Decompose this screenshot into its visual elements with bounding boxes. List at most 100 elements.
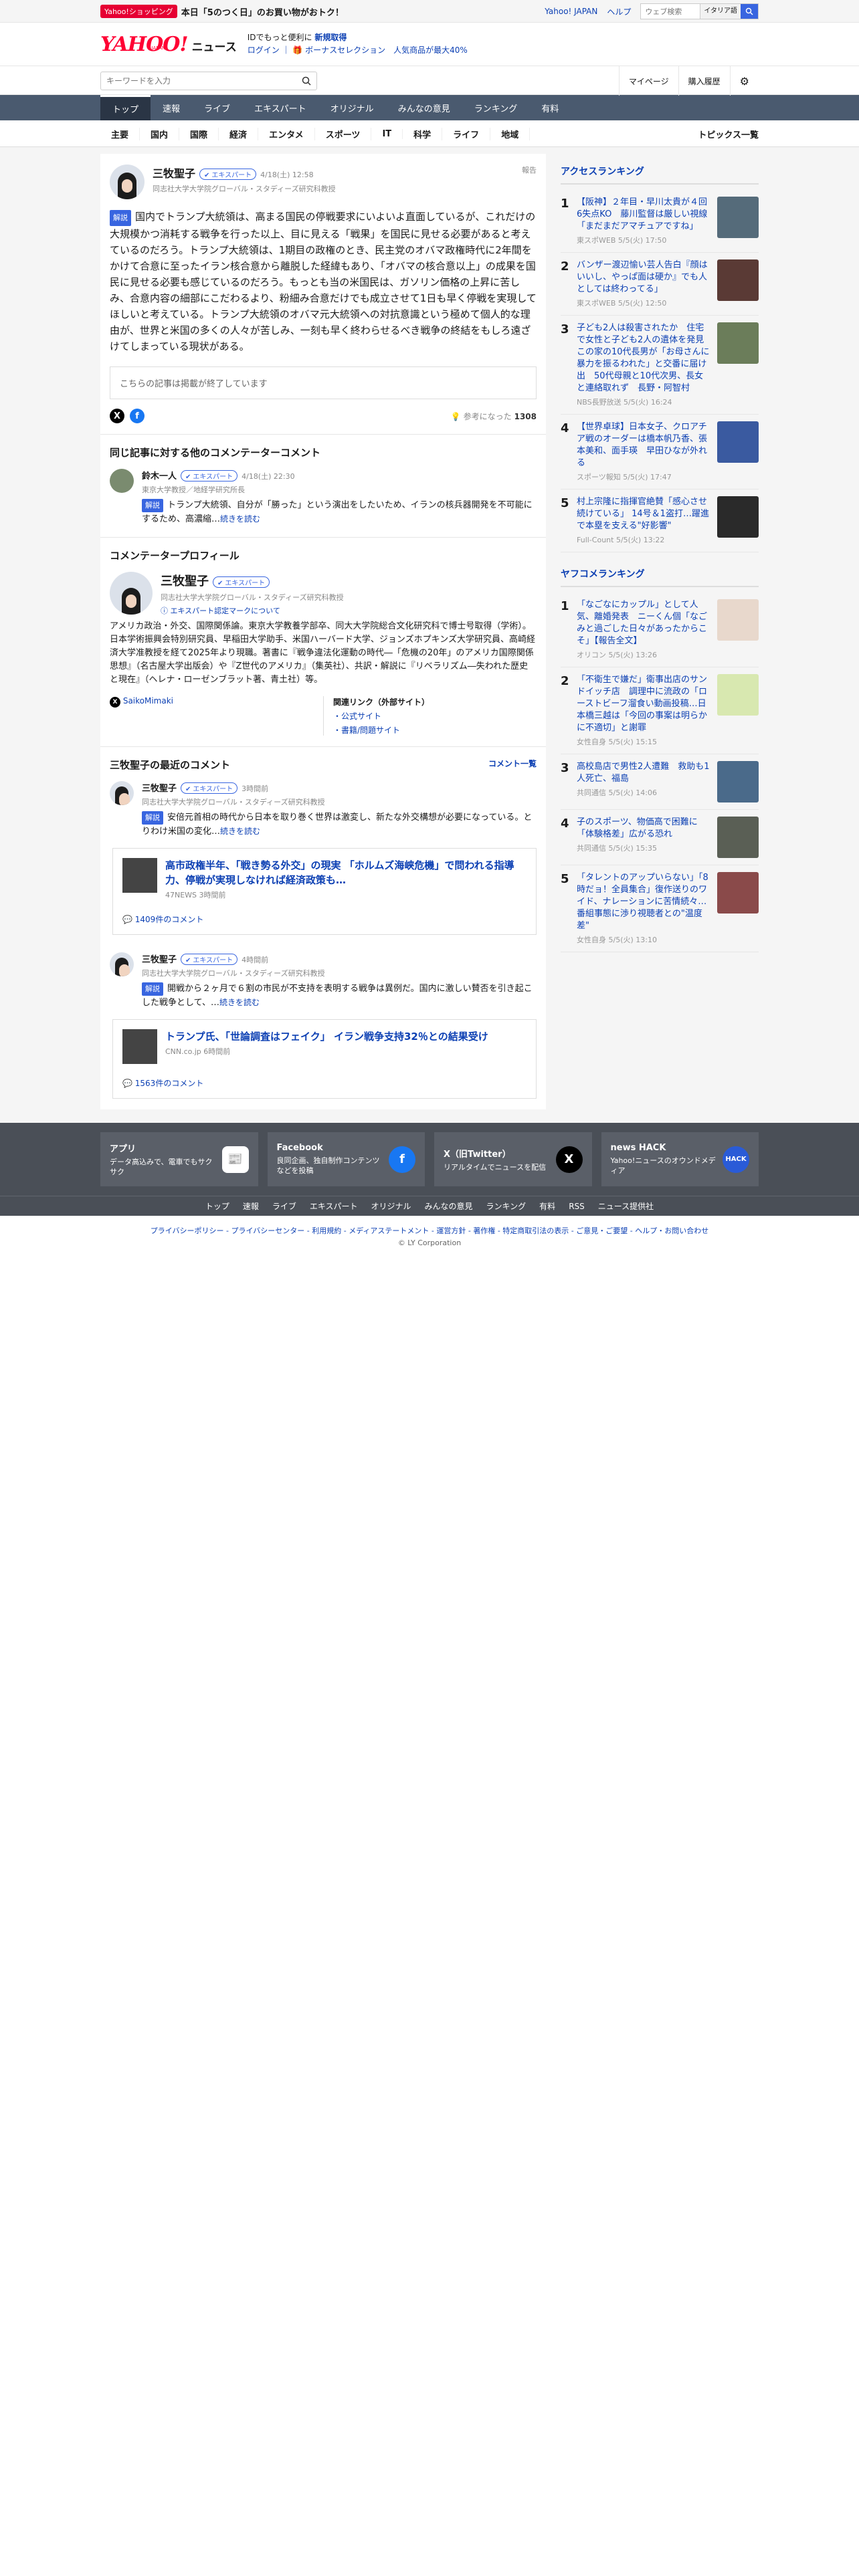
expert-mark-link[interactable]: ⓘ エキスパート認定マークについて	[161, 605, 344, 616]
newshack-card[interactable]: news HACK Yahoo!ニュースのオウンドメディア HACK	[601, 1132, 759, 1186]
read-more-link[interactable]: 続きを読む	[219, 998, 260, 1007]
avatar[interactable]	[110, 165, 145, 199]
ranking-item[interactable]: 3 高校島店で男性2人遭難 救助も1人死亡、福島 共同通信 5/5(火) 14:06	[561, 754, 759, 810]
ranking-item[interactable]: 1 「なごなにカップル」として人気、離婚発表 ニーくん個「なごみと過ごした日々があ…	[561, 593, 759, 667]
subnav-sports[interactable]: スポーツ	[315, 127, 372, 140]
read-more-link[interactable]: 続きを読む	[220, 827, 260, 836]
footer-link[interactable]: 速報	[243, 1200, 259, 1212]
expert-badge: エキスパート	[199, 169, 257, 180]
subnav-business[interactable]: 経済	[219, 127, 259, 140]
ranking-item[interactable]: 5 「タレントのアップいらない」「8時だョ！全員集合」復作送りのワイド、ナレーショ…	[561, 865, 759, 952]
author-affiliation: 同志社大学大学院グローバル・スタディーズ研究科教授	[142, 969, 325, 978]
footer-link[interactable]: エキスパート	[310, 1200, 358, 1212]
keyword-input[interactable]	[106, 76, 302, 86]
avatar[interactable]	[110, 781, 134, 805]
help-link[interactable]: ヘルプ	[607, 6, 631, 17]
ranking-item[interactable]: 1 【阪神】２年目・早川太貴が４回6失点KO 藤川監督は厳しい視線「まだまだアマチ…	[561, 190, 759, 253]
x-share-icon[interactable]: X	[110, 409, 124, 423]
legal-links[interactable]: プライバシーポリシー - プライバシーセンター - 利用規約 - メディアステー…	[0, 1216, 859, 1239]
footer-link[interactable]: ニュース提供社	[598, 1200, 654, 1212]
subnav-entertainment[interactable]: エンタメ	[258, 127, 315, 140]
web-search-input[interactable]	[641, 4, 700, 19]
article-title[interactable]: 高市政権半年、「戦き勢る外交」の現実 「ホルムズ海峡危機」で問われる指導力、停戦…	[165, 858, 527, 887]
comment-list-link[interactable]: コメント一覧	[488, 758, 537, 772]
author-affiliation: 東京大学教授／地経学研究所長	[142, 486, 245, 494]
x-icon: X	[555, 1146, 583, 1173]
footer-link[interactable]: ライブ	[272, 1200, 296, 1212]
comment-count-link[interactable]: 💬 1409件のコメント	[122, 914, 527, 925]
subnav-domestic[interactable]: 国内	[140, 127, 180, 140]
author-name[interactable]: 三牧聖子	[142, 955, 177, 965]
shopping-badge[interactable]: Yahoo!ショッピング	[100, 5, 177, 18]
author-name[interactable]: 鈴木一人	[142, 471, 177, 481]
nav-expert[interactable]: エキスパート	[242, 95, 318, 120]
read-more-link[interactable]: 続きを読む	[220, 514, 260, 524]
footer-link[interactable]: 有料	[539, 1200, 555, 1212]
nav-paid[interactable]: 有料	[529, 95, 571, 120]
ranking-item[interactable]: 5 村上宗隆に指揮官絶賛「感心させ続けている」 14号＆1盗打…躍進で本塁を支える…	[561, 490, 759, 552]
nav-original[interactable]: オリジナル	[318, 95, 386, 120]
register-link[interactable]: 新規取得	[314, 33, 347, 42]
gear-icon[interactable]: ⚙	[729, 66, 759, 96]
article-card[interactable]: トランプ氏、「世論調査はフェイク」 イラン戦争支持32％との結果受け CNN.co…	[112, 1019, 537, 1099]
author-name[interactable]: 三牧聖子	[153, 167, 195, 180]
avatar[interactable]	[110, 572, 153, 615]
report-link[interactable]: 報告	[522, 165, 537, 175]
article-closed-notice: こちらの記事は掲載が終了しています	[110, 366, 537, 399]
footer-link[interactable]: トップ	[205, 1200, 229, 1212]
search-icon[interactable]	[302, 76, 311, 86]
expert-badge: エキスパート	[181, 470, 238, 481]
facebook-card[interactable]: Facebook 良同企画、独自制作コンテンツなどを投稿 f	[267, 1132, 425, 1186]
footer-link[interactable]: みんなの意見	[425, 1200, 473, 1212]
app-card[interactable]: アプリ データ高込みで、電車でもサクサク 📰	[100, 1132, 258, 1186]
ranking-item[interactable]: 4 子のスポーツ、物価高で困難に「体験格差」広がる恐れ 共同通信 5/5(火) 15…	[561, 810, 759, 865]
author-name[interactable]: 三牧聖子	[142, 784, 177, 794]
avatar[interactable]	[110, 952, 134, 976]
login-link[interactable]: ログイン ｜ 🎁 ボーナスセレクション 人気商品が最大40%	[248, 44, 468, 57]
comment-ranking-title: ヤフコメランキング	[561, 567, 759, 587]
facebook-share-icon[interactable]: f	[130, 409, 145, 423]
footer-link[interactable]: ランキング	[486, 1200, 527, 1212]
comment-count-link[interactable]: 💬 1563件のコメント	[122, 1077, 527, 1089]
nav-live[interactable]: ライブ	[192, 95, 242, 120]
subnav-life[interactable]: ライフ	[442, 127, 491, 140]
article-title[interactable]: トランプ氏、「世論調査はフェイク」 イラン戦争支持32％との結果受け	[165, 1029, 488, 1044]
subnav-it[interactable]: IT	[371, 128, 403, 139]
search-icon[interactable]	[741, 4, 758, 19]
footer-link[interactable]: RSS	[569, 1202, 585, 1211]
ranking-item[interactable]: 2 「不衛生で嫌だ」衛事出店のサンドイッチ店 調理中に流政の「ローストビーフ溜食い…	[561, 667, 759, 754]
footer-link[interactable]: オリジナル	[371, 1200, 411, 1212]
comment-date: 4/18(土) 22:30	[242, 472, 295, 481]
twitter-link[interactable]: X SaikoMimaki	[110, 696, 323, 736]
official-site-link[interactable]: ・公式サイト	[333, 710, 537, 722]
mypage-link[interactable]: マイページ	[618, 66, 678, 96]
history-link[interactable]: 購入履歴	[678, 66, 730, 96]
promo-text[interactable]: 本日「5のつく日」のお買い物がおトク！	[181, 5, 344, 18]
nav-top[interactable]: トップ	[100, 95, 151, 120]
topics-list-link[interactable]: トピックス一覧	[698, 128, 759, 140]
avatar[interactable]	[110, 469, 134, 493]
nav-opinion[interactable]: みんなの意見	[386, 95, 462, 120]
related-links-title: 関連リンク（外部サイト）	[333, 697, 430, 707]
subnav-local[interactable]: 地域	[490, 127, 531, 140]
article-card[interactable]: 高市政権半年、「戦き勢る外交」の現実 「ホルムズ海峡危機」で問われる指導力、停戦…	[112, 848, 537, 935]
helpful-button[interactable]: 💡 参考になった 1308	[451, 411, 537, 422]
language-box[interactable]: イタリア語	[700, 4, 741, 19]
ranking-item[interactable]: 4 【世界卓球】日本女子、クロアチア戦のオーダーは橋本帆乃香、張本美和、面手瑛 早…	[561, 415, 759, 490]
x-card[interactable]: X（旧Twitter） リアルタイムでニュースを配信 X	[434, 1132, 592, 1186]
nav-breaking[interactable]: 速報	[151, 95, 192, 120]
nav-ranking[interactable]: ランキング	[462, 95, 530, 120]
yahoo-news-logo[interactable]: YAHOO! JAPAN ニュース	[100, 33, 237, 56]
ranking-item[interactable]: 3 子ども2人は殺害されたか 住宅で女性と子ども2人の遺体を発見 この家の10代長…	[561, 316, 759, 415]
subnav-world[interactable]: 国際	[179, 127, 219, 140]
author-name[interactable]: 三牧聖子	[161, 574, 209, 588]
expert-badge: エキスパート	[213, 576, 270, 588]
books-link[interactable]: ・書籍/問題サイト	[333, 724, 537, 736]
yahoo-japan-link[interactable]: Yahoo! JAPAN	[545, 7, 597, 16]
article-meta: CNN.co.jp 6時間前	[165, 1047, 231, 1056]
subnav-main[interactable]: 主要	[100, 127, 140, 140]
subnav-science[interactable]: 科学	[403, 127, 443, 140]
ranking-item[interactable]: 2 バンザー渡辺愉い芸人告白『顔はいいし、やっぱ面は硬か』でも人としては終わってる…	[561, 253, 759, 316]
keyword-search	[100, 72, 317, 90]
comment-body: 開戦から２ヶ月で６割の市民が不支持を表明する戦争は異例だ。国内に激しい賛否を引き…	[142, 984, 533, 1008]
